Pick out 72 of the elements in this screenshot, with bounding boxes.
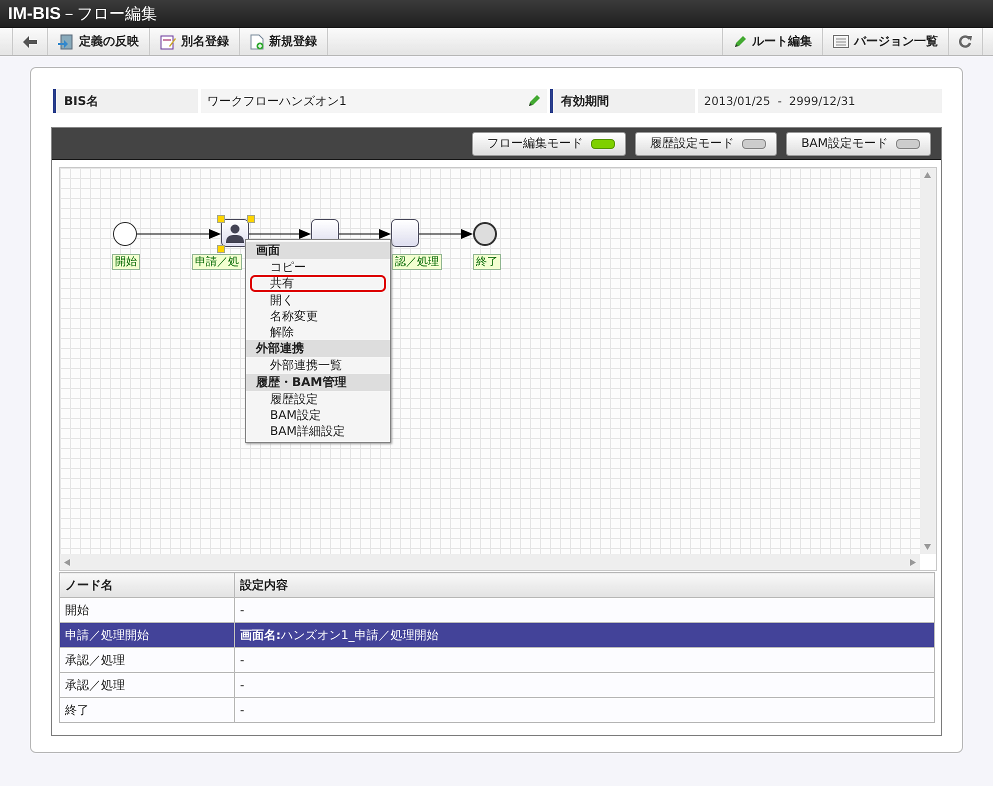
node-label: 認／処理 bbox=[392, 254, 442, 270]
start-node[interactable] bbox=[113, 222, 137, 246]
selection-handle[interactable] bbox=[217, 215, 225, 223]
node-label: 終了 bbox=[473, 254, 501, 270]
toolbar-button[interactable]: ルート編集 bbox=[722, 28, 822, 55]
column-header: ノード名 bbox=[60, 572, 234, 598]
mode-button[interactable]: 履歴設定モード bbox=[635, 132, 778, 156]
menu-section-header: 履歴・BAM管理 bbox=[246, 374, 390, 391]
table-row[interactable]: 開始 - bbox=[60, 598, 934, 622]
field-label: BIS名 bbox=[53, 89, 198, 113]
pencil-icon bbox=[527, 94, 541, 108]
scroll-down-icon[interactable] bbox=[924, 544, 931, 550]
table-cell: 承認／処理 bbox=[60, 672, 234, 698]
toolbar-button[interactable]: バージョン一覧 bbox=[822, 28, 948, 55]
connector-arrow bbox=[339, 229, 391, 239]
refresh-button[interactable] bbox=[948, 28, 983, 55]
connector-arrow bbox=[419, 229, 473, 239]
scroll-right-icon[interactable] bbox=[910, 559, 916, 566]
pencil-icon bbox=[733, 34, 747, 48]
menu-item[interactable]: 外部連携一覧 bbox=[246, 357, 390, 374]
user-task-node[interactable] bbox=[221, 219, 249, 247]
back-arrow-icon bbox=[23, 36, 37, 48]
toolbar-button[interactable]: 新規登録 bbox=[239, 28, 328, 55]
node-label: 開始 bbox=[112, 254, 140, 270]
table-cell: - bbox=[234, 648, 934, 672]
mode-button[interactable]: BAM設定モード bbox=[786, 132, 931, 156]
menu-item[interactable]: 共有 bbox=[250, 275, 386, 292]
task-node[interactable] bbox=[391, 219, 419, 247]
field-value: ワークフローハンズオン1 bbox=[207, 92, 347, 110]
menu-item[interactable]: BAM詳細設定 bbox=[246, 423, 390, 440]
table-row[interactable]: 申請／処理開始 画面名:ハンズオン1_申請／処理開始 bbox=[60, 622, 934, 648]
table-cell: 申請／処理開始 bbox=[60, 622, 234, 648]
flow-canvas[interactable]: 開始 申請／処 認／処理 終了 画面 コピー 共有 開く 名称変更 解除 外部連携 外部連携一覧 履歴・BAM管理 履歴設定 BAM設定 BAM詳細設定 bbox=[60, 168, 920, 554]
table-cell: 画面名:ハンズオン1_申請／処理開始 bbox=[234, 622, 934, 648]
vertical-scrollbar[interactable] bbox=[920, 168, 936, 554]
table-cell: - bbox=[234, 698, 934, 722]
person-icon bbox=[225, 223, 245, 243]
node-label: 申請／処 bbox=[192, 254, 242, 270]
end-node[interactable] bbox=[473, 222, 497, 246]
scroll-up-icon[interactable] bbox=[924, 172, 931, 178]
table-row[interactable]: 終了 - bbox=[60, 698, 934, 722]
table-cell: 開始 bbox=[60, 598, 234, 622]
column-header: 設定内容 bbox=[234, 572, 934, 598]
menu-item[interactable]: コピー bbox=[246, 259, 390, 276]
refresh-icon bbox=[959, 35, 972, 48]
toolbar-button[interactable]: 定義の反映 bbox=[47, 28, 149, 55]
table-row[interactable]: 承認／処理 - bbox=[60, 648, 934, 672]
mode-button[interactable]: フロー編集モード bbox=[472, 132, 626, 156]
menu-item[interactable]: 開く bbox=[246, 292, 390, 308]
connector-arrow bbox=[249, 229, 311, 239]
table-cell: 終了 bbox=[60, 698, 234, 722]
form-edit-icon bbox=[160, 34, 176, 50]
horizontal-scrollbar[interactable] bbox=[60, 554, 920, 570]
window-title: IM-BIS－フロー編集 bbox=[0, 0, 993, 28]
toolbar-button[interactable]: 別名登録 bbox=[149, 28, 239, 55]
table-cell: - bbox=[234, 672, 934, 698]
menu-item[interactable]: 解除 bbox=[246, 324, 390, 340]
menu-section-header: 外部連携 bbox=[246, 340, 390, 358]
list-icon bbox=[833, 35, 849, 48]
table-row[interactable]: 承認／処理 - bbox=[60, 672, 934, 698]
selection-handle[interactable] bbox=[217, 245, 225, 253]
menu-item[interactable]: BAM設定 bbox=[246, 407, 390, 424]
field-label: 有効期間 bbox=[550, 89, 695, 113]
table-cell: - bbox=[234, 598, 934, 622]
new-document-icon bbox=[250, 34, 264, 50]
field-value: 2013/01/25 - 2999/12/31 bbox=[698, 89, 942, 113]
table-cell: 承認／処理 bbox=[60, 648, 234, 672]
scroll-left-icon[interactable] bbox=[64, 559, 70, 566]
menu-section-header: 画面 bbox=[246, 242, 390, 259]
menu-item[interactable]: 名称変更 bbox=[246, 308, 390, 324]
menu-item[interactable]: 履歴設定 bbox=[246, 390, 390, 408]
selection-handle[interactable] bbox=[247, 215, 255, 223]
